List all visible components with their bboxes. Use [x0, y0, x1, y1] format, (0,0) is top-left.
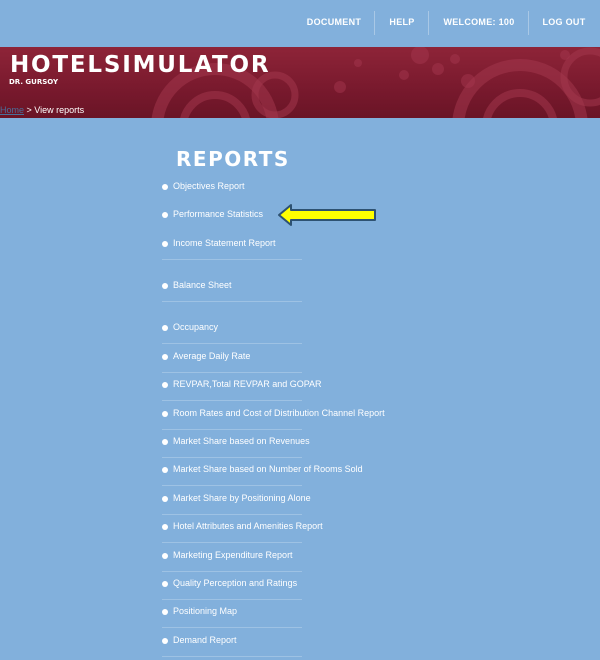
divider: [162, 343, 302, 344]
report-link-label: Market Share based on Revenues: [173, 436, 310, 446]
report-link-label: Market Share based on Number of Rooms So…: [173, 464, 363, 474]
bullet-icon: [162, 212, 168, 218]
nav-welcome-link[interactable]: WELCOME: 100: [434, 0, 524, 45]
divider: [162, 599, 302, 600]
report-link-market-share-positioning[interactable]: Market Share by Positioning Alone: [162, 492, 311, 515]
divider: [162, 259, 302, 260]
report-link-income-statement[interactable]: Income Statement Report: [162, 237, 302, 260]
divider: [162, 429, 302, 430]
divider: [162, 627, 302, 628]
bullet-icon: [162, 581, 168, 587]
site-title: HOTELSIMULATOR: [10, 52, 271, 78]
report-link-label: Positioning Map: [173, 606, 238, 616]
report-link-label: REVPAR,Total REVPAR and GOPAR: [173, 379, 322, 389]
bullet-icon: [162, 467, 168, 473]
nav-separator: [528, 11, 529, 35]
report-link-balance-sheet[interactable]: Balance Sheet: [162, 279, 302, 302]
report-link-quality-perception[interactable]: Quality Perception and Ratings: [162, 577, 302, 600]
report-link-label: Quality Perception and Ratings: [173, 578, 298, 588]
report-link-revpar[interactable]: REVPAR,Total REVPAR and GOPAR: [162, 378, 322, 401]
report-link-label: Occupancy: [173, 322, 219, 332]
divider: [162, 656, 302, 657]
bullet-icon: [162, 411, 168, 417]
nav-document-link[interactable]: DOCUMENT: [298, 0, 370, 45]
nav-help-link[interactable]: HELP: [380, 0, 424, 45]
top-navigation: DOCUMENT HELP WELCOME: 100 LOG OUT: [0, 0, 600, 45]
report-link-label: Room Rates and Cost of Distribution Chan…: [173, 408, 385, 418]
report-link-room-rates-distribution[interactable]: Room Rates and Cost of Distribution Chan…: [162, 407, 385, 430]
site-banner: HOTELSIMULATOR DR. GURSOY: [0, 47, 600, 118]
divider: [162, 372, 302, 373]
nav-separator: [374, 11, 375, 35]
nav-separator: [428, 11, 429, 35]
divider: [162, 514, 302, 515]
report-link-hotel-attributes[interactable]: Hotel Attributes and Amenities Report: [162, 520, 323, 543]
report-link-market-share-rooms-sold[interactable]: Market Share based on Number of Rooms So…: [162, 463, 363, 486]
divider: [162, 400, 302, 401]
divider: [162, 571, 302, 572]
bullet-icon: [162, 609, 168, 615]
divider: [162, 542, 302, 543]
report-link-objectives[interactable]: Objectives Report: [162, 180, 302, 196]
nav-logout-link[interactable]: LOG OUT: [534, 0, 594, 45]
report-link-marketing-expenditure[interactable]: Marketing Expenditure Report: [162, 549, 302, 572]
bullet-icon: [162, 553, 168, 559]
divider: [162, 301, 302, 302]
report-link-label: Marketing Expenditure Report: [173, 550, 293, 560]
bullet-icon: [162, 354, 168, 360]
divider: [162, 485, 302, 486]
breadcrumb-current: View reports: [34, 105, 85, 115]
bullet-icon: [162, 184, 168, 190]
report-link-label: Objectives Report: [173, 181, 245, 191]
site-subtitle: DR. GURSOY: [9, 78, 59, 86]
bullet-icon: [162, 524, 168, 530]
bullet-icon: [162, 283, 168, 289]
breadcrumb: Home > View reports: [0, 105, 84, 115]
report-link-occupancy[interactable]: Occupancy: [162, 321, 302, 344]
report-link-label: Average Daily Rate: [173, 351, 251, 361]
page-title: REPORTS: [176, 147, 290, 171]
bullet-icon: [162, 382, 168, 388]
divider: [162, 457, 302, 458]
report-link-positioning-map[interactable]: Positioning Map: [162, 605, 302, 628]
report-link-label: Hotel Attributes and Amenities Report: [173, 521, 323, 531]
bullet-icon: [162, 638, 168, 644]
report-link-market-share-revenues[interactable]: Market Share based on Revenues: [162, 435, 310, 458]
bullet-icon: [162, 325, 168, 331]
report-link-demand[interactable]: Demand Report: [162, 634, 302, 657]
report-link-label: Demand Report: [173, 635, 237, 645]
bullet-icon: [162, 439, 168, 445]
report-link-label: Performance Statistics: [173, 209, 264, 219]
breadcrumb-separator: >: [24, 105, 35, 115]
report-link-average-daily-rate[interactable]: Average Daily Rate: [162, 350, 302, 373]
report-link-label: Income Statement Report: [173, 238, 276, 248]
bullet-icon: [162, 496, 168, 502]
breadcrumb-home-link[interactable]: Home: [0, 105, 24, 115]
arrow-left-icon: [278, 204, 376, 226]
bullet-icon: [162, 241, 168, 247]
report-link-label: Balance Sheet: [173, 280, 232, 290]
report-link-label: Market Share by Positioning Alone: [173, 493, 311, 503]
